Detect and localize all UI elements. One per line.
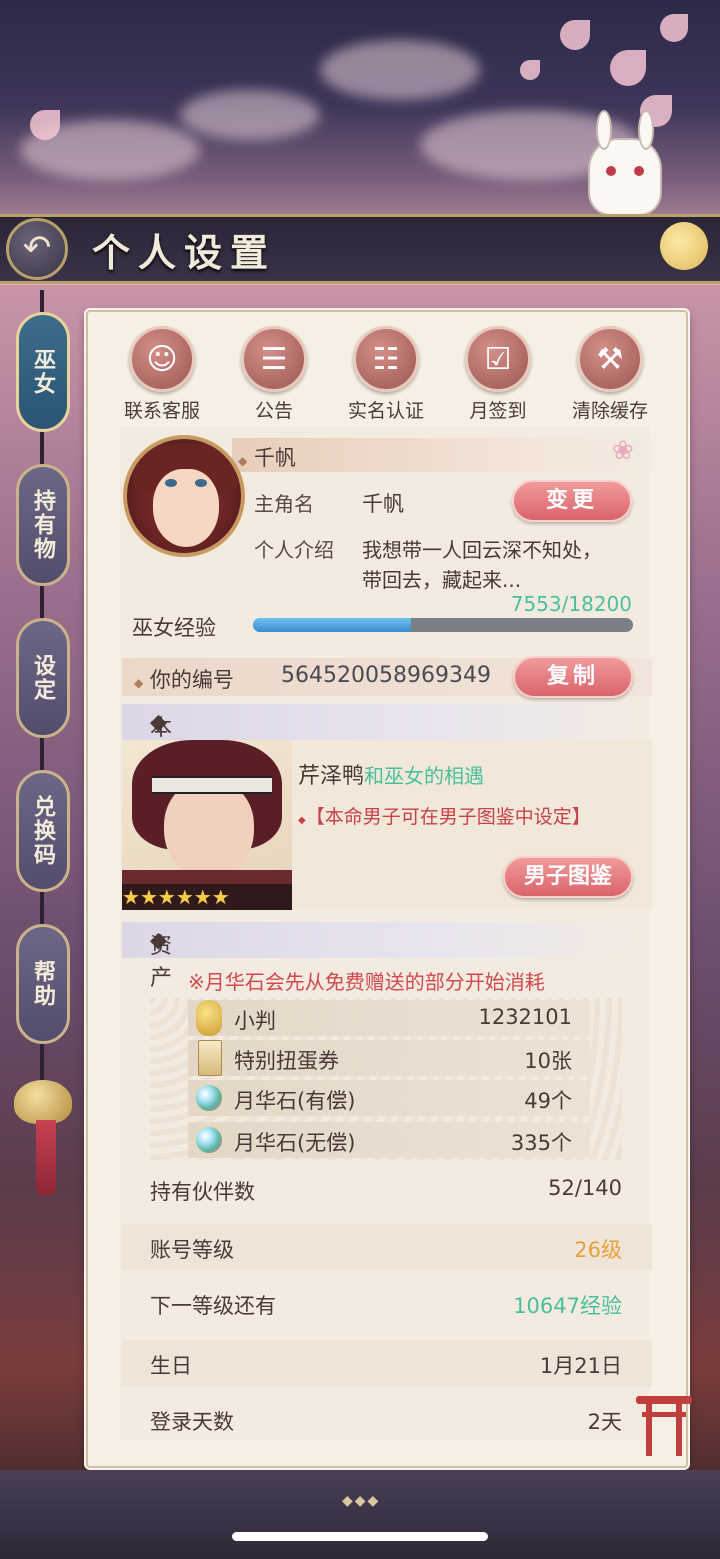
id-label-wrap: ◆ 你的编号 xyxy=(134,664,234,694)
stat-row: 下一等级还有 10647经验 xyxy=(122,1280,652,1326)
exp-value: 7553/18200 xyxy=(510,592,632,616)
moon-stone-icon xyxy=(194,1125,224,1155)
rarity-stars: ★★★★★★ xyxy=(122,884,292,910)
stat-label: 登录天数 xyxy=(150,1410,234,1434)
star-icon: ★ xyxy=(193,885,212,909)
torii-gate-decoration xyxy=(636,1396,692,1456)
star-icon: ★ xyxy=(122,885,140,909)
side-tab-settings[interactable]: 设定 xyxy=(16,618,70,738)
broom-icon: ⚒ xyxy=(577,326,643,392)
id-verify-button[interactable]: ☷ 实名认证 xyxy=(334,326,438,426)
blossom-icon: ❀ xyxy=(612,436,634,466)
customer-service-button[interactable]: ☺ 联系客服 xyxy=(110,326,214,426)
star-icon: ★ xyxy=(139,885,158,909)
stat-value: 26级 xyxy=(574,1238,622,1262)
stat-row: 生日 1月21日 xyxy=(122,1340,652,1386)
asset-name: 小判 xyxy=(234,1009,276,1033)
stat-label: 生日 xyxy=(150,1354,192,1378)
asset-row: 月华石(有偿) 49个 xyxy=(188,1080,590,1116)
star-icon: ★ xyxy=(211,885,230,909)
display-name-row: ◆ 千帆 xyxy=(238,442,296,472)
id-verify-icon: ☷ xyxy=(353,326,419,392)
assets-section-title: 资产 xyxy=(150,934,173,991)
stat-label: 持有伙伴数 xyxy=(150,1180,255,1204)
side-tab-miko[interactable]: 巫女 xyxy=(16,312,70,432)
destined-hint-wrap: ◆【本命男子可在男子图鉴中设定】 xyxy=(298,802,591,829)
monthly-checkin-button[interactable]: ☑ 月签到 xyxy=(446,326,550,426)
quick-actions-row: ☺ 联系客服 ☰ 公告 ☷ 实名认证 ☑ 月签到 ⚒ 清除缓存 xyxy=(110,326,670,426)
mascot-rabbit xyxy=(588,110,662,216)
stat-value: 10647经验 xyxy=(513,1294,622,1318)
star-icon: ★ xyxy=(157,885,176,909)
clear-cache-button[interactable]: ⚒ 清除缓存 xyxy=(558,326,662,426)
exp-progress-bar xyxy=(253,618,633,632)
destined-name: 芹泽鸭 xyxy=(298,764,365,789)
protagonist-label: 主角名 xyxy=(254,492,314,516)
exp-label: 巫女经验 xyxy=(132,616,216,640)
stat-label: 账号等级 xyxy=(150,1238,234,1262)
side-tab-inventory[interactable]: 持有物 xyxy=(16,464,70,586)
stat-value: 52/140 xyxy=(548,1176,622,1200)
display-name: 千帆 xyxy=(253,446,296,470)
avatar[interactable] xyxy=(123,435,245,557)
protagonist-name: 千帆 xyxy=(362,492,404,516)
intro-line-1: 我想带一人回云深不知处， xyxy=(362,538,602,562)
asset-row: 月华石(无偿) 335个 xyxy=(188,1122,590,1158)
diamond-icon: ◆ xyxy=(298,815,306,826)
exp-progress-fill xyxy=(253,618,411,632)
customer-service-icon: ☺ xyxy=(129,326,195,392)
asset-value: 335个 xyxy=(510,1131,572,1155)
star-icon: ★ xyxy=(175,885,194,909)
gacha-ticket-icon xyxy=(198,1040,222,1076)
tassel-decoration xyxy=(36,1120,56,1196)
id-label: 你的编号 xyxy=(149,668,234,692)
asset-row: 小判 1232101 xyxy=(188,1000,590,1036)
back-button[interactable]: ↶ xyxy=(6,218,68,280)
bell-icon xyxy=(14,1080,72,1124)
stat-row: 登录天数 2天 xyxy=(122,1396,652,1442)
asset-name: 月华石(有偿) xyxy=(234,1089,356,1113)
stat-row: 持有伙伴数 52/140 xyxy=(122,1166,652,1212)
id-value: 564520058969349 xyxy=(281,663,491,688)
side-tab-help[interactable]: 帮助 xyxy=(16,924,70,1044)
asset-name: 特别扭蛋券 xyxy=(234,1049,339,1073)
copy-id-button[interactable]: 复制 xyxy=(513,656,633,698)
asset-value: 10张 xyxy=(524,1049,572,1073)
diamond-icon: ◆ xyxy=(134,676,144,690)
intro-line-2: 带回去，藏起来... xyxy=(362,568,522,592)
destined-line: 芹泽鸭和巫女的相遇 xyxy=(298,758,484,790)
notice-button[interactable]: ☰ 公告 xyxy=(222,326,326,426)
male-gallery-button[interactable]: 男子图鉴 xyxy=(503,856,633,898)
bottom-bar xyxy=(0,1470,720,1559)
calendar-check-icon: ☑ xyxy=(465,326,531,392)
name-strip xyxy=(232,438,660,472)
gold-coin-icon xyxy=(196,1000,222,1036)
moon-stone-icon xyxy=(194,1083,224,1113)
asset-name: 月华石(无偿) xyxy=(234,1131,356,1155)
back-arrow-icon: ↶ xyxy=(22,228,52,268)
stat-label: 下一等级还有 xyxy=(150,1294,276,1318)
destined-section-header: ◆ 本命男子 xyxy=(122,704,652,837)
destined-hint: 【本命男子可在男子图鉴中设定】 xyxy=(305,806,591,828)
destined-relation: 和巫女的相遇 xyxy=(364,764,485,788)
asset-value: 1232101 xyxy=(478,1005,572,1029)
side-tab-redeem-code[interactable]: 兑换码 xyxy=(16,770,70,892)
notice-icon: ☰ xyxy=(241,326,307,392)
asset-value: 49个 xyxy=(524,1089,572,1113)
change-name-button[interactable]: 变更 xyxy=(512,480,632,522)
stat-value: 2天 xyxy=(587,1410,622,1434)
intro-label: 个人介绍 xyxy=(254,538,334,562)
ornament-icon: ◆◆◆ xyxy=(342,1493,381,1509)
diamond-icon: ◆ xyxy=(238,454,248,468)
page-title: 个人设置 xyxy=(92,230,277,275)
assets-notice: ※月华石会先从免费赠送的部分开始消耗 xyxy=(188,970,545,994)
assets-section-header: ◆ 资产 xyxy=(122,922,652,991)
stat-row: 账号等级 26级 xyxy=(122,1224,652,1270)
moon-icon xyxy=(660,222,708,270)
home-indicator[interactable] xyxy=(232,1532,488,1541)
stat-value: 1月21日 xyxy=(539,1354,622,1378)
asset-row: 特别扭蛋券 10张 xyxy=(188,1040,590,1076)
